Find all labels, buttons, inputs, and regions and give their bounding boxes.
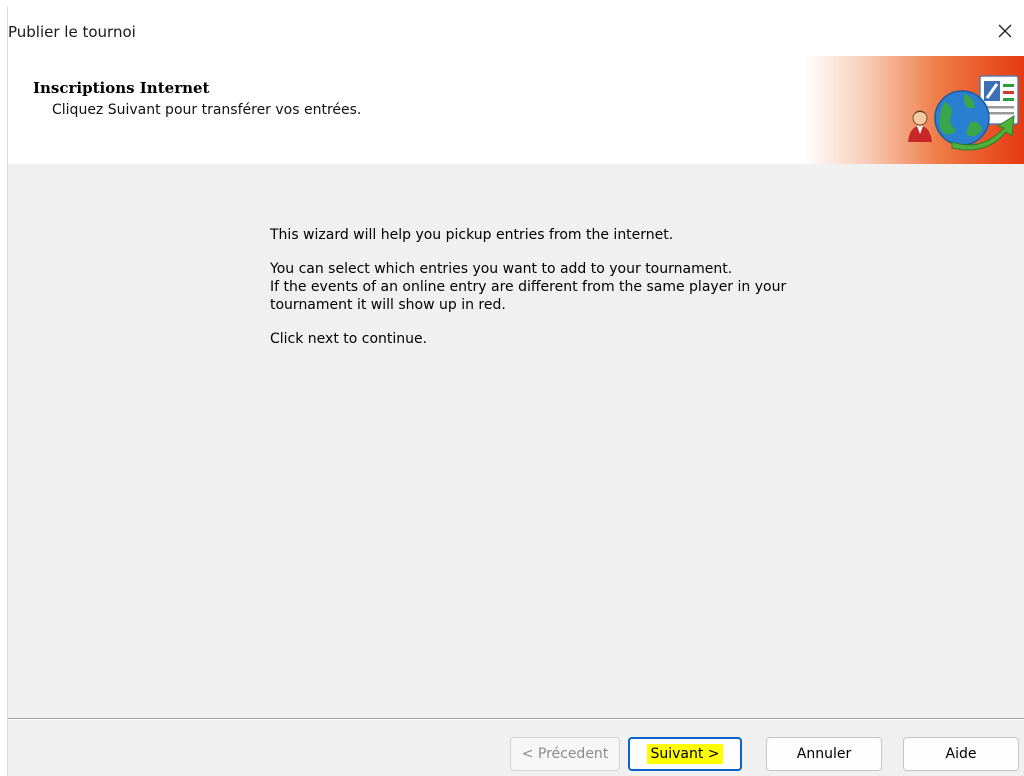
next-button[interactable]: Suivant > — [628, 737, 742, 771]
close-icon — [998, 24, 1012, 38]
selection-text: You can select which entries you want to… — [270, 260, 910, 314]
close-button[interactable] — [986, 12, 1024, 50]
cancel-button[interactable]: Annuler — [766, 737, 882, 771]
help-button[interactable]: Aide — [903, 737, 1019, 771]
window-title: Publier le tournoi — [8, 23, 136, 41]
intro-text: This wizard will help you pickup entries… — [270, 227, 674, 243]
header-subtitle: Cliquez Suivant pour transférer vos entr… — [52, 102, 362, 118]
wizard-header: Inscriptions Internet Cliquez Suivant po… — [8, 56, 1024, 164]
wizard-instructions: This wizard will help you pickup entries… — [270, 226, 910, 364]
header-title: Inscriptions Internet — [33, 79, 210, 97]
title-bar: Publier le tournoi — [8, 6, 1024, 56]
next-button-label: Suivant > — [647, 744, 723, 764]
globe-transfer-icon — [908, 75, 1019, 151]
wizard-dialog: Publier le tournoi Inscriptions Internet… — [8, 6, 1024, 776]
selection-line-2: If the events of an online entry are dif… — [270, 279, 787, 295]
continue-text: Click next to continue. — [270, 331, 428, 347]
selection-line-1: You can select which entries you want to… — [270, 261, 733, 277]
selection-line-3: tournament it will show up in red. — [270, 297, 506, 313]
previous-button[interactable]: < Précedent — [510, 737, 620, 771]
footer-separator — [8, 718, 1024, 720]
